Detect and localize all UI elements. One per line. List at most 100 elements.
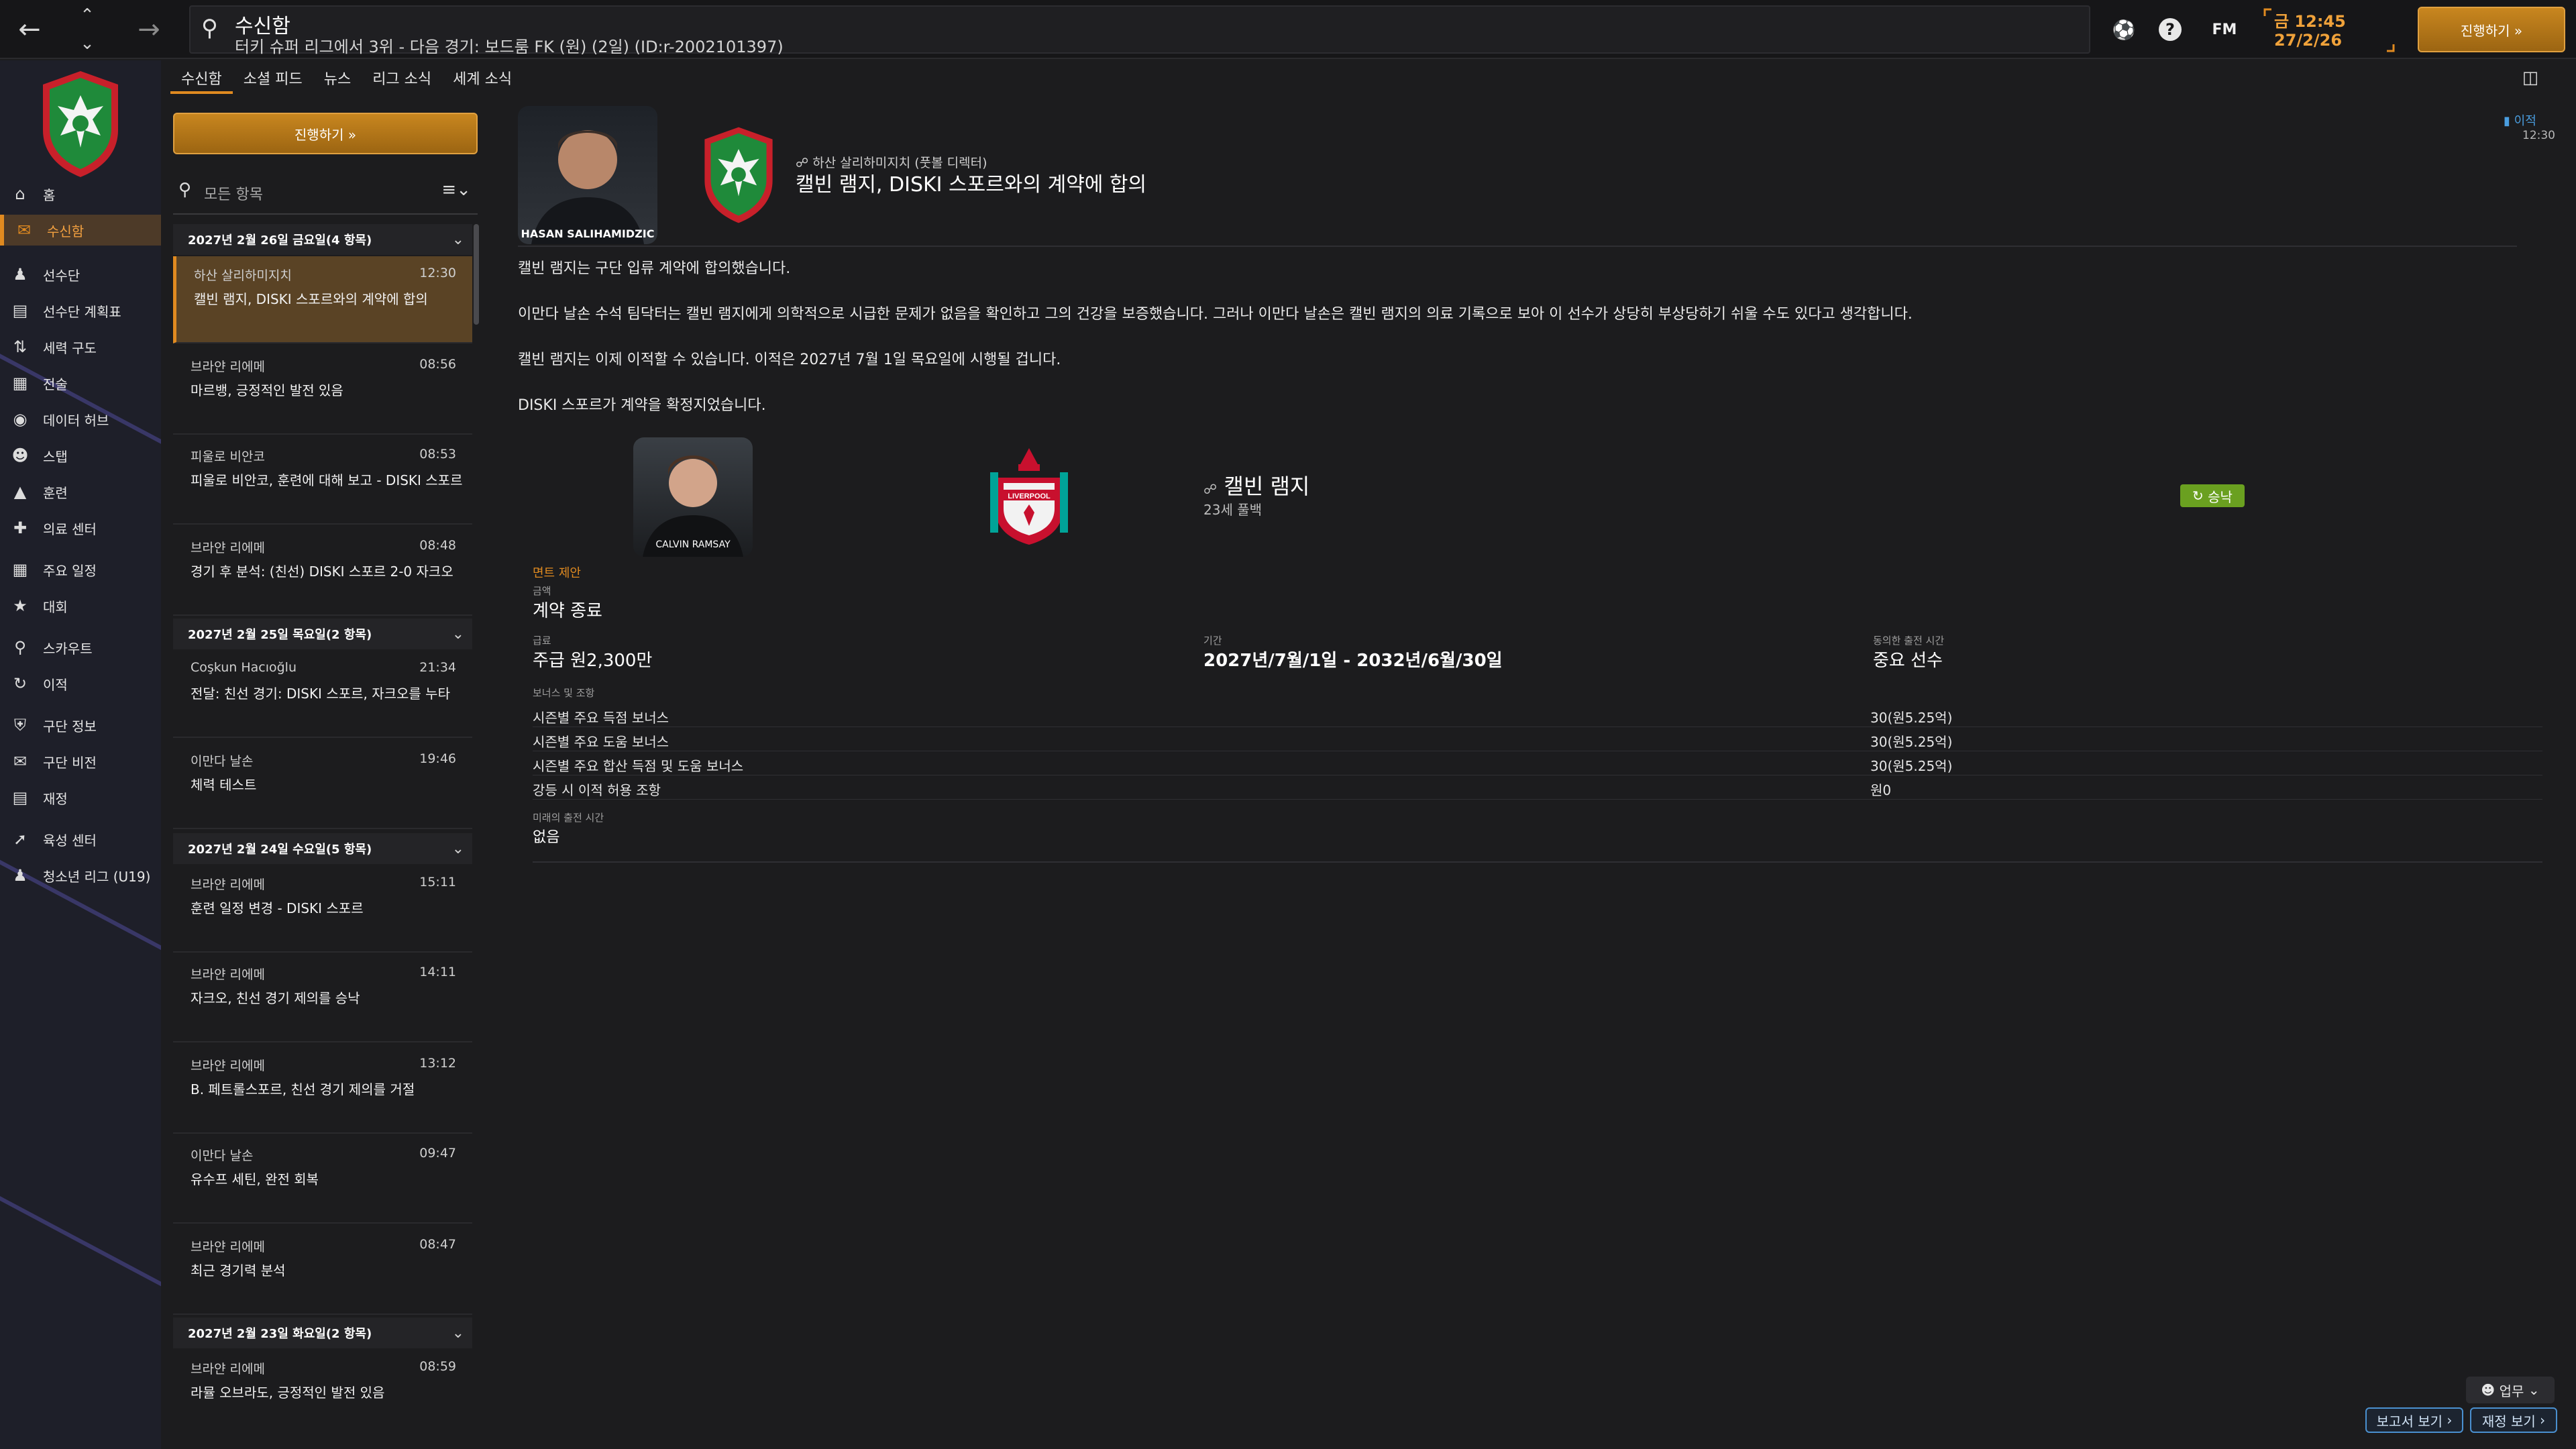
sidebar-item-training[interactable]: ▲ 훈련 — [0, 476, 161, 507]
day-group-header[interactable]: 2027년 2월 26일 금요일(4 항목) ⌄ — [173, 224, 472, 255]
message-subject: 유수프 세틴, 완전 회복 — [191, 1171, 319, 1187]
message-time: 08:47 — [419, 1237, 456, 1252]
player-name[interactable]: ☍ 캘빈 램지 — [1203, 470, 1309, 500]
trophy-icon: ★ — [13, 596, 28, 615]
list-item[interactable]: 브라얀 리에메 08:48 경기 후 분석: (친선) DISKI 스포르 2-… — [173, 529, 472, 616]
message-paragraph: 캘빈 램지는 구단 입류 계약에 합의했습니다. — [518, 260, 791, 277]
medical-icon: ✚ — [13, 519, 28, 537]
message-subject: 전달: 친선 경기: DISKI 스포르, 자크오를 누타 — [191, 686, 450, 702]
sidebar-item-inbox[interactable]: ✉ 수신함 — [0, 215, 161, 246]
sidebar-item-club-vision[interactable]: ✉ 구단 비전 — [0, 746, 161, 777]
list-item[interactable]: 브라얀 리에메 15:11 훈련 일정 변경 - DISKI 스포르 — [173, 865, 472, 953]
list-item[interactable]: 브라얀 리에메 08:59 라뮬 오브라도, 긍정적인 발전 있음 — [173, 1350, 472, 1437]
status-badge: ↻ 승낙 — [2180, 484, 2245, 507]
fm-logo[interactable]: FM — [2207, 16, 2242, 43]
list-item[interactable]: 브라얀 리에메 14:11 자크오, 친선 경기 제의를 승낙 — [173, 955, 472, 1042]
tab-news[interactable]: 뉴스 — [313, 63, 362, 94]
club-vision-icon: ✉ — [13, 752, 28, 771]
sidebar-item-scouting[interactable]: ⚲ 스카우트 — [0, 632, 161, 663]
message-sender: 브라얀 리에메 — [191, 1240, 265, 1254]
divider — [518, 246, 2517, 247]
table-row: 시즌별 주요 합산 득점 및 도움 보너스 30(원5.25억) — [533, 751, 2542, 775]
sidebar-item-home[interactable]: ⌂ 홈 — [0, 178, 161, 209]
list-item[interactable]: 이만다 날손 19:46 체력 테스트 — [173, 742, 472, 829]
sidebar-item-squad[interactable]: ♟ 선수단 — [0, 259, 161, 290]
day-group-header[interactable]: 2027년 2월 24일 수요일(5 항목) ⌄ — [173, 833, 472, 864]
sidebar-item-squad-planner[interactable]: ▤ 선수단 계획표 — [0, 295, 161, 326]
sidebar-item-calendar[interactable]: ▦ 주요 일정 — [0, 554, 161, 585]
message-subject: 체력 테스트 — [191, 777, 257, 793]
sidebar-item-competitions[interactable]: ★ 대회 — [0, 590, 161, 621]
filter-input[interactable]: ⚲ 모든 항목 ≡⌄ — [173, 170, 478, 215]
transfer-icon: ↻ — [13, 674, 28, 693]
view-finances-button[interactable]: 재정 보기 › — [2470, 1407, 2557, 1433]
category-tag[interactable]: ▮ 이적 — [2504, 111, 2536, 129]
chevron-down-icon: ⌄ — [451, 840, 464, 857]
continue-button-top[interactable]: 진행하기 » — [2418, 7, 2565, 52]
home-icon: ⌂ — [15, 184, 25, 203]
inbox-icon: ✉ — [17, 221, 32, 239]
club-crest-logo[interactable] — [39, 68, 122, 180]
tab-social-feed[interactable]: 소셜 피드 — [233, 63, 313, 94]
table-row: 시즌별 주요 도움 보너스 30(원5.25억) — [533, 727, 2542, 751]
message-subject: 라뮬 오브라도, 긍정적인 발전 있음 — [191, 1385, 385, 1401]
people-icon: ☻ — [2481, 1382, 2496, 1398]
forward-arrow-icon[interactable]: → — [129, 9, 169, 50]
back-arrow-icon[interactable]: ← — [9, 9, 50, 50]
list-item[interactable]: 이만다 날손 09:47 유수프 세틴, 완전 회복 — [173, 1136, 472, 1224]
chevron-up-icon[interactable]: ⌃ — [80, 5, 95, 25]
search-bar[interactable]: ⚲ 수신함 터키 슈퍼 리그에서 3위 - 다음 경기: 보드룸 FK (원) … — [189, 5, 2090, 56]
calendar-icon: ▦ — [12, 560, 28, 579]
tab-world-news[interactable]: 세계 소식 — [442, 63, 523, 94]
inbox-scrollbar[interactable] — [474, 224, 479, 325]
sidebar-item-data-hub[interactable]: ◉ 데이터 허브 — [0, 404, 161, 435]
list-item[interactable]: 브라얀 리에메 08:56 마르뱅, 긍정적인 발전 있음 — [173, 347, 472, 435]
message-time: 08:56 — [419, 357, 456, 372]
ball-icon[interactable]: ⚽ — [2110, 16, 2137, 43]
chevron-down-icon: ⌄ — [2528, 1382, 2540, 1398]
sidebar-item-dynamics[interactable]: ⇅ 세력 구도 — [0, 331, 161, 362]
table-row: 강등 시 이적 허용 조항 원0 — [533, 775, 2542, 800]
date-time[interactable]: 금 12:45 27/2/26 — [2262, 7, 2396, 54]
list-item[interactable]: 브라얀 리에메 13:12 B. 페트롤스포르, 친선 경기 제의를 거절 — [173, 1046, 472, 1134]
staff-icon: ☻ — [11, 446, 29, 465]
wage-label: 급료 — [533, 635, 551, 647]
day-group-header[interactable]: 2027년 2월 23일 화요일(2 항목) ⌄ — [173, 1318, 472, 1348]
liverpool-crest-logo[interactable]: LIVERPOOL — [989, 445, 1069, 547]
chevron-down-icon[interactable]: ⌄ — [80, 34, 95, 54]
layout-toggle-icon[interactable]: ◫ — [2517, 64, 2544, 91]
help-icon[interactable]: ? — [2159, 18, 2182, 41]
club-info-icon: ⛨ — [14, 716, 26, 735]
sidebar-item-medical[interactable]: ✚ 의료 센터 — [0, 513, 161, 543]
message-time: 13:12 — [419, 1056, 456, 1071]
tab-inbox[interactable]: 수신함 — [170, 63, 233, 94]
list-item[interactable]: 피울로 비안코 08:53 피울로 비안코, 훈련에 대해 보고 - DISKI… — [173, 437, 472, 525]
tab-league-news[interactable]: 리그 소식 — [362, 63, 442, 94]
current-date: 27/2/26 — [2274, 31, 2343, 50]
list-item[interactable]: Coşkun Hacıoğlu 21:34 전달: 친선 경기: DISKI 스… — [173, 651, 472, 738]
player-age-position: 23세 풀백 — [1203, 502, 1263, 518]
message-subject: 최근 경기력 분석 — [191, 1263, 286, 1279]
sidebar-item-development[interactable]: ➚ 육성 센터 — [0, 824, 161, 855]
player-photo[interactable]: CALVIN RAMSAY — [633, 437, 753, 557]
day-group-header[interactable]: 2027년 2월 25일 목요일(2 항목) ⌄ — [173, 619, 472, 649]
sidebar-item-tactics[interactable]: ▦ 전술 — [0, 368, 161, 398]
refresh-icon: ↻ — [2192, 488, 2204, 504]
message-time: 15:11 — [419, 875, 456, 890]
continue-button[interactable]: 진행하기 » — [173, 113, 478, 154]
sort-menu-icon[interactable]: ≡⌄ — [441, 180, 471, 200]
sidebar-item-finances[interactable]: ▤ 재정 — [0, 782, 161, 813]
history-updown[interactable]: ⌃ ⌄ — [74, 5, 101, 54]
sidebar-item-transfers[interactable]: ↻ 이적 — [0, 668, 161, 699]
sidebar-item-club-info[interactable]: ⛨ 구단 정보 — [0, 710, 161, 741]
list-item[interactable]: 하산 살리하미지치 12:30 캘빈 램지, DISKI 스포르와의 계약에 합… — [173, 256, 472, 343]
sidebar-item-youth[interactable]: ♟ 청소년 리그 (U19) — [0, 860, 161, 891]
list-item[interactable]: 브라얀 리에메 08:47 최근 경기력 분석 — [173, 1228, 472, 1315]
work-menu-button[interactable]: ☻ 업무 ⌄ — [2466, 1377, 2555, 1403]
fee-type-label: 금액 — [533, 585, 551, 597]
sidebar-item-staff[interactable]: ☻ 스탭 — [0, 440, 161, 471]
table-row: 시즌별 주요 득점 보너스 30(원5.25억) — [533, 703, 2542, 727]
future-label: 미래의 출전 시간 — [533, 812, 604, 824]
view-report-button[interactable]: 보고서 보기 › — [2365, 1407, 2463, 1433]
message-paragraph: 캘빈 램지는 이제 이적할 수 있습니다. 이적은 2027년 7월 1일 목요… — [518, 352, 1061, 368]
